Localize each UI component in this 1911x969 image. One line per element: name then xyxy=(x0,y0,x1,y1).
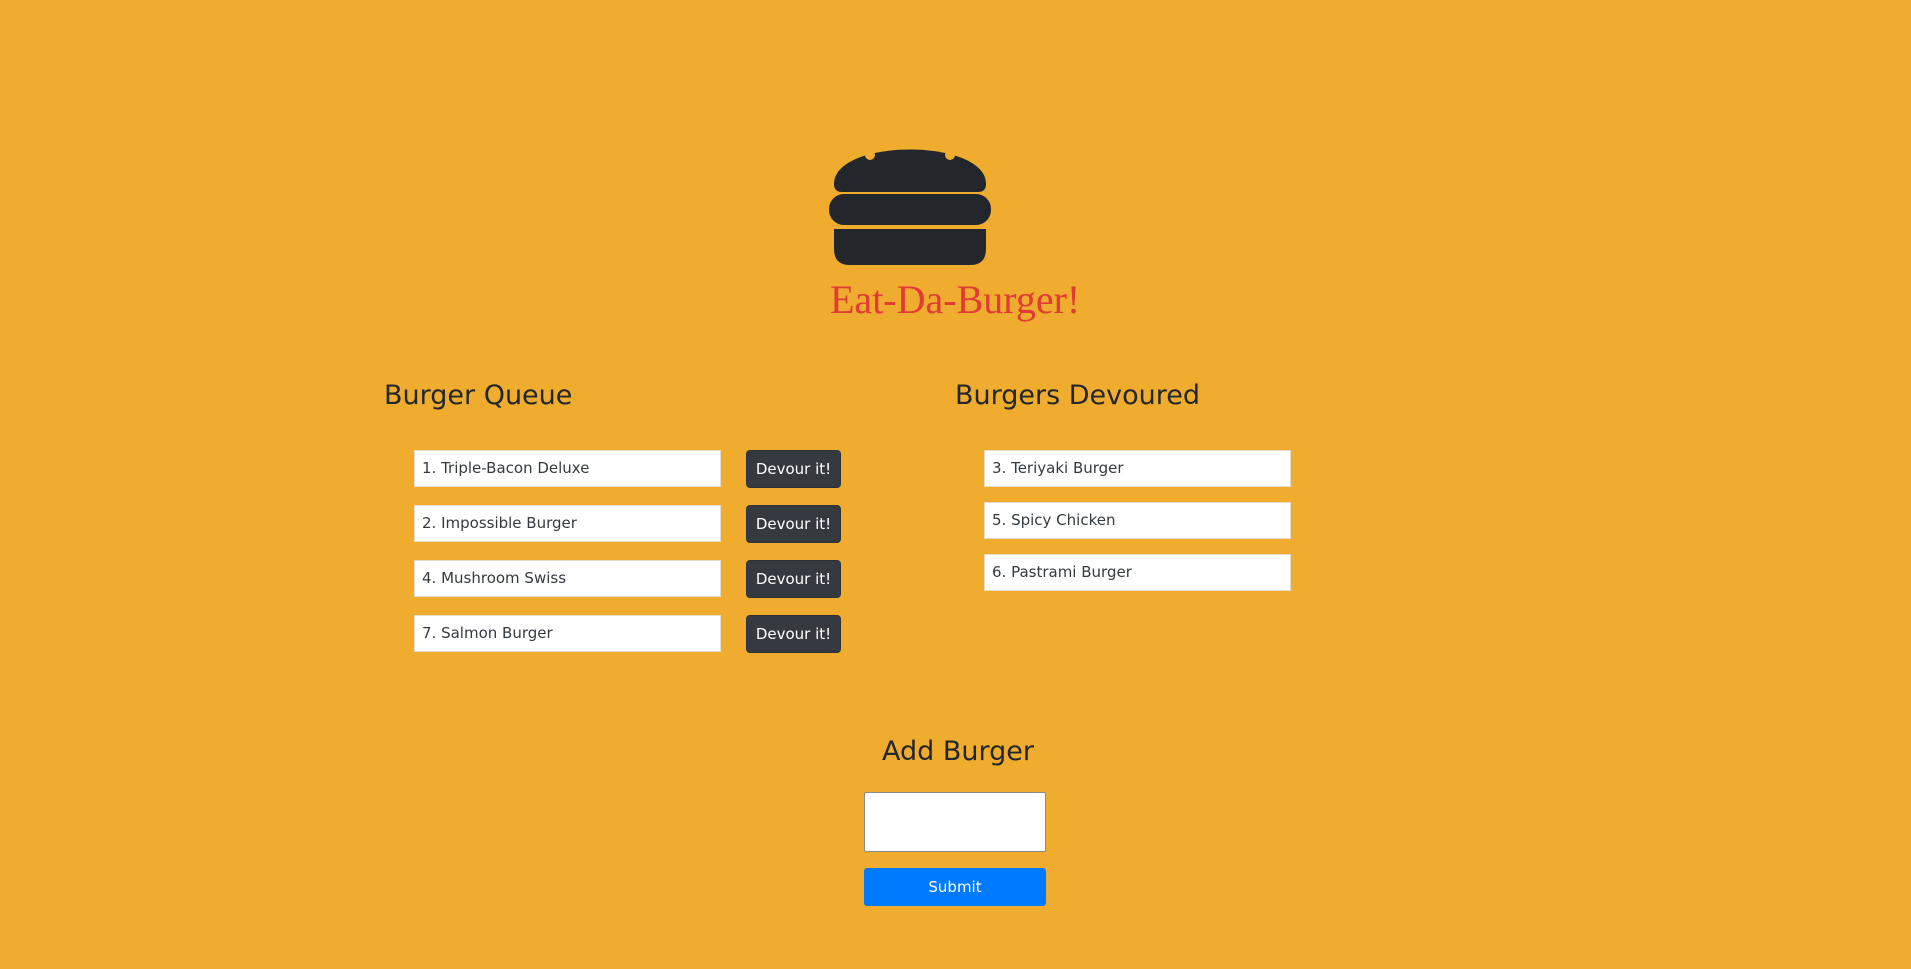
queue-list-item: 1. Triple-Bacon Deluxe Devour it! xyxy=(414,449,841,488)
devour-button[interactable]: Devour it! xyxy=(746,504,841,543)
devour-button[interactable]: Devour it! xyxy=(746,614,841,653)
devoured-list-item: 3. Teriyaki Burger xyxy=(984,450,1291,487)
devoured-burger-name: 3. Teriyaki Burger xyxy=(984,450,1291,487)
queue-list-item: 2. Impossible Burger Devour it! xyxy=(414,504,841,543)
queue-burger-name: 4. Mushroom Swiss xyxy=(414,560,721,597)
devoured-list-item: 6. Pastrami Burger xyxy=(984,554,1291,591)
add-burger-heading: Add Burger xyxy=(882,736,1034,767)
devoured-burger-name: 6. Pastrami Burger xyxy=(984,554,1291,591)
devour-button[interactable]: Devour it! xyxy=(746,559,841,598)
queue-list-item: 4. Mushroom Swiss Devour it! xyxy=(414,559,841,598)
burger-queue-heading: Burger Queue xyxy=(384,380,573,411)
hamburger-icon xyxy=(829,139,991,265)
devoured-list-item: 5. Spicy Chicken xyxy=(984,502,1291,539)
site-title: Eat-Da-Burger! xyxy=(830,277,1081,322)
burger-queue-list: 1. Triple-Bacon Deluxe Devour it! 2. Imp… xyxy=(414,449,841,670)
burgers-devoured-heading: Burgers Devoured xyxy=(955,380,1201,411)
queue-list-item: 7. Salmon Burger Devour it! xyxy=(414,614,841,653)
burger-name-input[interactable] xyxy=(864,792,1046,852)
queue-burger-name: 7. Salmon Burger xyxy=(414,615,721,652)
burgers-devoured-list: 3. Teriyaki Burger 5. Spicy Chicken 6. P… xyxy=(984,450,1291,606)
queue-burger-name: 1. Triple-Bacon Deluxe xyxy=(414,450,721,487)
devoured-burger-name: 5. Spicy Chicken xyxy=(984,502,1291,539)
devour-button[interactable]: Devour it! xyxy=(746,449,841,488)
submit-button[interactable]: Submit xyxy=(864,868,1046,906)
queue-burger-name: 2. Impossible Burger xyxy=(414,505,721,542)
